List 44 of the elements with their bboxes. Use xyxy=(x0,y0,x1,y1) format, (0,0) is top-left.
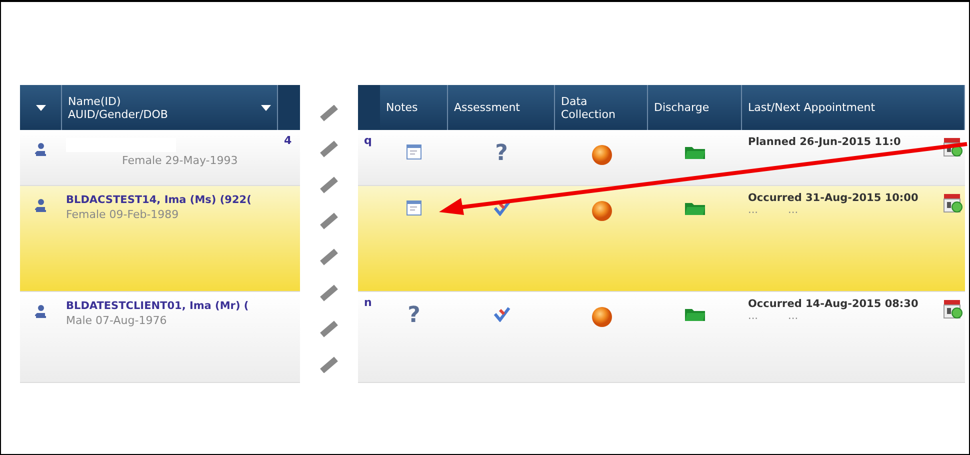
ball-icon[interactable] xyxy=(590,306,612,328)
folder-icon[interactable] xyxy=(684,200,706,216)
client-details: Male 07-Aug-1976 xyxy=(66,314,167,327)
table-row[interactable]: BLDACSTEST14, Ima (Ms) (922( Female 09-Feb-1989 xyxy=(20,186,300,292)
caret-icon[interactable] xyxy=(261,104,271,110)
folder-icon[interactable] xyxy=(684,144,706,160)
question-icon[interactable]: ? xyxy=(408,306,420,326)
calendar-icon[interactable] xyxy=(943,136,963,158)
column-header[interactable]: Discharge xyxy=(654,101,710,114)
column-header[interactable]: AUID/Gender/DOB xyxy=(68,108,253,120)
appointment-text: Occurred 31-Aug-2015 10:00 xyxy=(748,192,918,204)
check-icon[interactable] xyxy=(492,200,510,216)
column-header[interactable]: Last/Next Appointment xyxy=(748,101,876,114)
appointment-text: Planned 26-Jun-2015 11:0 xyxy=(748,136,901,148)
note-icon[interactable] xyxy=(406,144,422,160)
column-header[interactable]: Name(ID) xyxy=(68,94,253,108)
client-details: Female 29-May-1993 xyxy=(122,154,238,167)
column-header[interactable]: Data Collection xyxy=(561,94,641,120)
appointment-text: Occurred 14-Aug-2015 08:30 xyxy=(748,298,918,310)
client-name-link[interactable]: BLDACSTEST14, Ima (Ms) (922( xyxy=(66,194,252,206)
client-details: Female 09-Feb-1989 xyxy=(66,208,179,221)
calendar-icon[interactable] xyxy=(943,298,963,320)
person-icon xyxy=(35,198,47,212)
person-icon xyxy=(35,304,47,318)
column-header[interactable]: Notes xyxy=(386,101,418,114)
ball-icon[interactable] xyxy=(590,144,612,166)
caret-icon[interactable] xyxy=(36,104,46,110)
cut-text: n xyxy=(363,295,373,311)
ellipsis-text: ... xyxy=(748,310,758,322)
ball-icon[interactable] xyxy=(590,200,612,222)
ellipsis-text: ... xyxy=(788,204,798,216)
ellipsis-text: ... xyxy=(788,310,798,322)
calendar-icon[interactable] xyxy=(943,192,963,214)
cut-text: 4 xyxy=(283,133,293,149)
question-icon[interactable]: ? xyxy=(495,144,508,164)
column-header[interactable]: Assessment xyxy=(454,101,520,114)
table-row[interactable]: Occurred 31-Aug-2015 10:00 ... ... xyxy=(358,186,965,292)
client-name-link[interactable]: BLDATESTCLIENT01, Ima (Mr) ( xyxy=(66,300,249,312)
note-icon[interactable] xyxy=(406,200,422,216)
cut-text: q xyxy=(363,133,373,149)
check-icon[interactable] xyxy=(492,306,510,322)
ellipsis-text: ... xyxy=(748,204,758,216)
person-icon xyxy=(35,142,47,156)
folder-icon[interactable] xyxy=(684,306,706,322)
